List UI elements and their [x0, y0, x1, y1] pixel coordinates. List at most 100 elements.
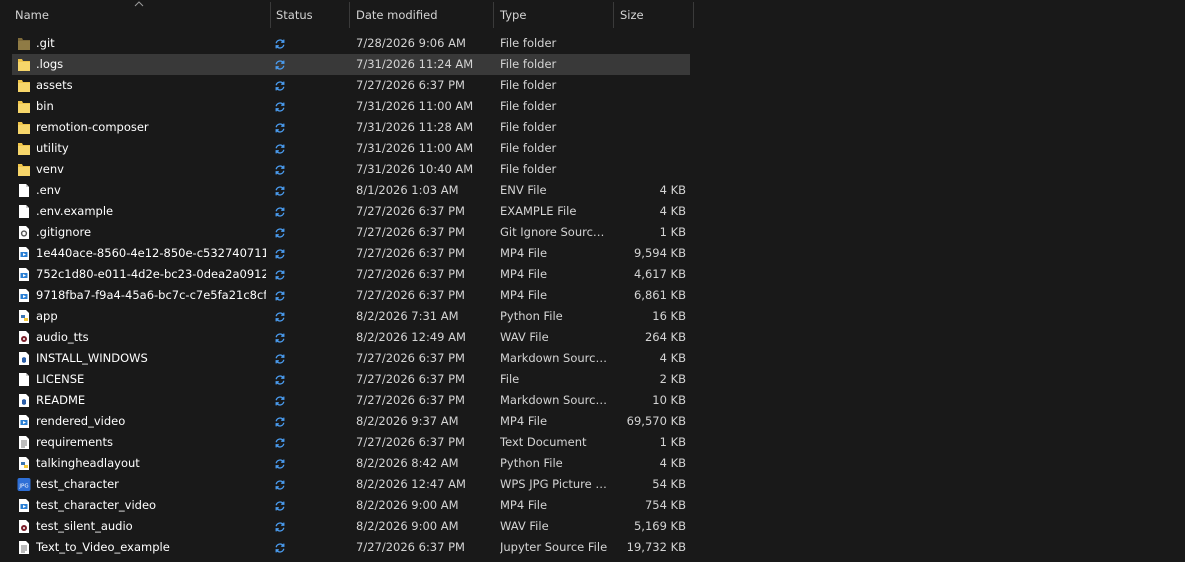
sync-status-icon: [274, 143, 286, 155]
file-size: [612, 159, 686, 180]
file-row[interactable]: .env.example 7/27/2026 6:37 PM EXAMPLE Fil…: [12, 201, 690, 222]
sync-status-icon: [274, 164, 286, 176]
sync-status-icon: [274, 206, 286, 218]
column-header-type[interactable]: Type: [494, 2, 614, 28]
file-row[interactable]: rendered_video 8/2/2026 9:37 AM MP4 File 69…: [12, 411, 690, 432]
file-date-modified: 8/2/2026 7:31 AM: [356, 309, 459, 323]
sync-status-icon: [274, 437, 286, 449]
file-name: assets: [36, 78, 73, 92]
file-row[interactable]: requirements 7/27/2026 6:37 PM Text Docume…: [12, 432, 690, 453]
file-name: LICENSE: [36, 372, 85, 386]
file-row[interactable]: JPG test_character 8/2/2026 12:47 AM WPS JP…: [12, 474, 690, 495]
jpg-file-icon: JPG: [17, 477, 31, 492]
sync-status-icon: [274, 395, 286, 407]
file-date-modified: 8/2/2026 9:37 AM: [356, 414, 459, 428]
file-date-modified: 8/2/2026 12:49 AM: [356, 330, 466, 344]
file-size: 4 KB: [659, 456, 686, 470]
file-type: MP4 File: [500, 414, 548, 428]
folder-icon: [17, 57, 31, 72]
file-type: MP4 File: [500, 246, 548, 260]
file-row[interactable]: 9718fba7-f9a4-45a6-bc7c-c7e5fa21c8cf 7/27…: [12, 285, 690, 306]
file-date-modified: 7/27/2026 6:37 PM: [356, 246, 465, 260]
audio-file-icon: [17, 519, 31, 534]
video-file-icon: [17, 246, 31, 261]
python-file-icon: [17, 456, 31, 471]
sync-status-icon: [274, 416, 286, 428]
file-type: Markdown Source...: [500, 393, 608, 407]
file-type: File folder: [500, 57, 557, 71]
video-file-icon: [17, 414, 31, 429]
file-date-modified: 8/2/2026 12:47 AM: [356, 477, 466, 491]
file-date-modified: 7/31/2026 11:00 AM: [356, 141, 474, 155]
file-row[interactable]: LICENSE 7/27/2026 6:37 PM File 2 KB: [12, 369, 690, 390]
sync-status-icon: [274, 479, 286, 491]
file-row[interactable]: bin 7/31/2026 11:00 AM File folder: [12, 96, 690, 117]
file-row[interactable]: Text_to_Video_example 7/27/2026 6:37 PM Ju…: [12, 537, 690, 558]
file-name: .logs: [36, 57, 64, 71]
file-size: 1 KB: [659, 225, 686, 239]
file-row[interactable]: venv 7/31/2026 10:40 AM File folder: [12, 159, 690, 180]
column-header-status[interactable]: Status: [270, 2, 350, 28]
file-date-modified: 8/2/2026 9:00 AM: [356, 519, 459, 533]
sync-status-icon: [274, 122, 286, 134]
file-date-modified: 7/31/2026 10:40 AM: [356, 162, 474, 176]
file-row[interactable]: utility 7/31/2026 11:00 AM File folder: [12, 138, 690, 159]
file-name: INSTALL_WINDOWS: [36, 351, 148, 365]
file-size: 16 KB: [652, 309, 686, 323]
sync-status-icon: [274, 353, 286, 365]
file-size: 5,169 KB: [633, 519, 686, 533]
file-row[interactable]: test_silent_audio 8/2/2026 9:00 AM WAV Fil…: [12, 516, 690, 537]
file-size: 19,732 KB: [626, 540, 686, 554]
file-name: bin: [36, 99, 54, 113]
file-row[interactable]: .env 8/1/2026 1:03 AM ENV File 4 KB: [12, 180, 690, 201]
file-size: 2 KB: [659, 372, 686, 386]
file-row[interactable]: README 7/27/2026 6:37 PM Markdown Source..…: [12, 390, 690, 411]
file-type: File folder: [500, 141, 557, 155]
file-type: File folder: [500, 162, 557, 176]
file-name: .gitignore: [36, 225, 92, 239]
sync-status-icon: [274, 59, 286, 71]
file-name: 752c1d80-e011-4d2e-bc23-0dea2a091244: [36, 267, 266, 281]
file-date-modified: 7/27/2026 6:37 PM: [356, 288, 465, 302]
file-date-modified: 8/1/2026 1:03 AM: [356, 183, 459, 197]
column-header-date-modified[interactable]: Date modified: [350, 2, 494, 28]
file-row[interactable]: audio_tts 8/2/2026 12:49 AM WAV File 264 KB: [12, 327, 690, 348]
sync-status-icon: [274, 185, 286, 197]
file-row[interactable]: INSTALL_WINDOWS 7/27/2026 6:37 PM Markdown…: [12, 348, 690, 369]
file-row[interactable]: test_character_video 8/2/2026 9:00 AM MP4 …: [12, 495, 690, 516]
file-type: MP4 File: [500, 288, 548, 302]
markdown-file-icon: [17, 393, 31, 408]
sync-status-icon: [274, 374, 286, 386]
gear-file-icon: [17, 225, 31, 240]
file-row[interactable]: .gitignore 7/27/2026 6:37 PM Git Ignore So…: [12, 222, 690, 243]
file-row[interactable]: 1e440ace-8560-4e12-850e-c532740711e7 7/27…: [12, 243, 690, 264]
column-header-size[interactable]: Size: [614, 2, 694, 28]
file-size: 9,594 KB: [633, 246, 686, 260]
file-row[interactable]: .git 7/28/2026 9:06 AM File folder: [12, 33, 690, 54]
file-row[interactable]: 752c1d80-e011-4d2e-bc23-0dea2a091244 7/27…: [12, 264, 690, 285]
file-row[interactable]: remotion-composer 7/31/2026 11:28 AM File …: [12, 117, 690, 138]
file-type: MP4 File: [500, 267, 548, 281]
file-name: Text_to_Video_example: [36, 540, 170, 554]
folder-icon: [17, 99, 31, 114]
file-name: 9718fba7-f9a4-45a6-bc7c-c7e5fa21c8cf: [36, 288, 266, 302]
file-row[interactable]: .logs 7/31/2026 11:24 AM File folder: [12, 54, 690, 75]
file-name: test_character: [36, 477, 119, 491]
file-name: app: [36, 309, 58, 323]
folder-icon: [17, 120, 31, 135]
file-row[interactable]: app 8/2/2026 7:31 AM Python File 16 KB: [12, 306, 690, 327]
sync-status-icon: [274, 521, 286, 533]
folder-icon: [17, 78, 31, 93]
file-size: [612, 138, 686, 159]
file-date-modified: 7/27/2026 6:37 PM: [356, 351, 465, 365]
file-row[interactable]: talkingheadlayout 8/2/2026 8:42 AM Python …: [12, 453, 690, 474]
text-file-icon: [17, 435, 31, 450]
file-name: .env.example: [36, 204, 114, 218]
column-header-name[interactable]: Name: [9, 2, 271, 28]
file-row[interactable]: assets 7/27/2026 6:37 PM File folder: [12, 75, 690, 96]
file-type: Markdown Source...: [500, 351, 608, 365]
file-name: test_character_video: [36, 498, 157, 512]
file-name: rendered_video: [36, 414, 126, 428]
file-type: WAV File: [500, 330, 549, 344]
file-type: Python File: [500, 309, 563, 323]
